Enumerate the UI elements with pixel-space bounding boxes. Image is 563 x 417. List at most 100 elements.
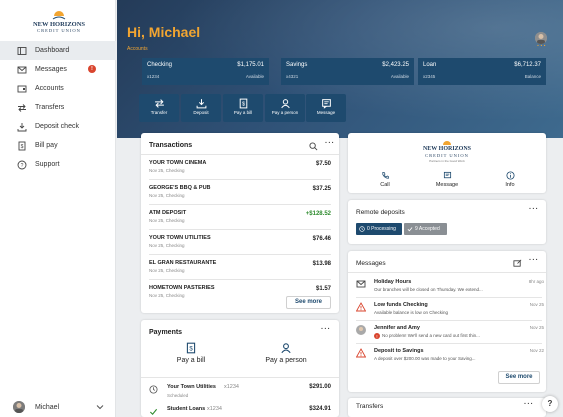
pay-bill-link[interactable]: $ Pay a bill [161, 342, 221, 364]
sidebar-item-deposit-check[interactable]: Deposit check [0, 117, 116, 136]
transaction-row[interactable]: EL GRAN RESTAURANTE Nov 25, Checking $13… [149, 258, 331, 279]
payment-row[interactable]: Your Town Utilities x1234 Scheduled $291… [149, 383, 331, 399]
help-icon: ? [17, 160, 27, 169]
clock-icon [149, 385, 158, 394]
sidebar-item-label: Accounts [35, 85, 64, 92]
transactions-card: Transactions ··· YOUR TOWN CINEMA Nov 25… [141, 133, 339, 313]
pay-person-action-button[interactable]: Pay a person [265, 94, 305, 122]
profile-avatar[interactable] [535, 32, 547, 44]
bill-icon: $ [18, 141, 26, 150]
sidebar-item-bill-pay[interactable]: $ Bill pay [0, 136, 116, 155]
transaction-date: Nov 25, Checking [149, 293, 185, 298]
see-more-button[interactable]: See more [286, 296, 331, 309]
svg-text:?: ? [21, 163, 24, 169]
message-icon [443, 171, 451, 179]
divider [149, 254, 331, 255]
transaction-amount: $13.98 [312, 261, 331, 267]
transaction-row[interactable]: YOUR TOWN UTILITIES Nov 25, Checking $76… [149, 233, 331, 254]
messages-more-button[interactable]: ··· [529, 257, 539, 264]
clock-icon [359, 226, 365, 232]
accounts-more-button[interactable]: ··· [537, 43, 547, 50]
account-amount: $6,712.37 [514, 62, 541, 68]
pay-bill-action-button[interactable]: $ Pay a bill [223, 94, 263, 122]
transaction-date: Nov 25, Checking [149, 193, 185, 198]
user-menu[interactable]: Michael [13, 401, 104, 413]
account-card-savings[interactable]: Savings $2,423.25 x4321 Available [281, 58, 414, 85]
help-button[interactable]: ? [542, 396, 558, 412]
transaction-row[interactable]: GEORGE'S BBQ & PUB Nov 25, Checking $37.… [149, 183, 331, 204]
message-title: Holiday Hours [374, 279, 412, 285]
transfers-more-button[interactable]: ··· [524, 401, 534, 408]
bill-icon: $ [186, 342, 196, 354]
account-balance-label: Available [390, 74, 409, 79]
sun-logo-icon [441, 141, 453, 146]
sidebar-item-support[interactable]: ? Support [0, 155, 116, 174]
mail-icon [356, 280, 366, 288]
sidebar-item-label: Deposit check [35, 123, 79, 130]
see-more-button[interactable]: See more [498, 371, 540, 384]
account-balance-label: Available [245, 74, 264, 79]
brand-logo: NEW HORIZONS CREDIT UNION Partners in th… [408, 139, 486, 163]
user-avatar-icon [13, 401, 25, 413]
sidebar-item-accounts[interactable]: Accounts [0, 79, 116, 98]
message-button[interactable]: Message [430, 171, 464, 188]
svg-text:$: $ [189, 346, 193, 352]
transaction-name: EL GRAN RESTAURANTE [149, 260, 217, 266]
transaction-row[interactable]: YOUR TOWN CINEMA Nov 25, Checking $7.50 [149, 158, 331, 179]
transfer-icon [154, 99, 164, 108]
sidebar-item-messages[interactable]: Messages ! [0, 60, 116, 79]
chevron-down-icon [96, 405, 104, 410]
payment-name: Student Loans [167, 406, 206, 412]
info-icon [505, 171, 515, 180]
sidebar: NEW HORIZONS CREDIT UNION Dashboard Mess… [0, 0, 116, 417]
divider [356, 320, 542, 321]
processing-chip[interactable]: 0 Processing [356, 223, 402, 235]
account-card-loan[interactable]: Loan $6,712.37 x2345 Balance [418, 58, 546, 85]
payment-row[interactable]: Student Loans x1234 $324.91 [149, 405, 331, 417]
remote-deposits-card: Remote deposits ··· 0 Processing 9 Accep… [348, 200, 546, 244]
card-title: Remote deposits [356, 209, 405, 216]
message-date: Nov 25 [529, 302, 544, 307]
accepted-chip[interactable]: 9 Accepted [404, 223, 447, 235]
transfer-action-button[interactable]: Transfer [139, 94, 179, 122]
brand-logo[interactable]: NEW HORIZONS CREDIT UNION [14, 10, 104, 40]
info-button[interactable]: Info [493, 171, 527, 188]
call-button[interactable]: Call [368, 171, 402, 188]
bill-icon: $ [239, 98, 247, 109]
divider [356, 343, 542, 344]
transaction-row[interactable]: ATM DEPOSIT Nov 25, Checking +$128.52 [149, 208, 331, 229]
compose-icon[interactable] [513, 259, 522, 268]
transaction-date: Nov 25, Checking [149, 268, 185, 273]
sidebar-item-dashboard[interactable]: Dashboard [0, 41, 116, 60]
contact-avatar-icon [356, 325, 366, 335]
sidebar-item-label: Messages [35, 66, 67, 73]
message-preview: Available balance is low on Checking [374, 310, 448, 315]
account-card-checking[interactable]: Checking $1,175.01 x1234 Available [142, 58, 269, 85]
sidebar-item-label: Dashboard [35, 47, 70, 54]
account-amount: $1,175.01 [237, 62, 264, 68]
person-icon [281, 343, 291, 354]
payment-amount: $324.91 [309, 406, 331, 412]
message-date: Nov 22 [529, 348, 544, 353]
sidebar-item-transfers[interactable]: Transfers [0, 98, 116, 117]
deposit-icon [196, 99, 206, 109]
message-action-button[interactable]: Message [306, 94, 346, 122]
pay-person-link[interactable]: Pay a person [256, 342, 316, 364]
account-balance-label: Balance [524, 74, 541, 79]
divider [149, 229, 331, 230]
sidebar-item-label: Transfers [35, 104, 65, 111]
deposit-action-button[interactable]: Deposit [181, 94, 221, 122]
action-label: Message [316, 110, 336, 115]
remote-deposits-more-button[interactable]: ··· [529, 206, 539, 213]
message-row[interactable]: Deposit to Savings A deposit over $200.0… [356, 347, 544, 373]
payments-more-button[interactable]: ··· [321, 326, 331, 333]
action-label: Pay a person [271, 110, 299, 115]
message-preview: Our branches will be closed on Thursday.… [374, 287, 483, 292]
transaction-amount: +$128.52 [305, 211, 331, 217]
transactions-more-button[interactable]: ··· [325, 140, 335, 147]
accounts-icon [17, 85, 27, 92]
payment-status: Scheduled [167, 393, 189, 398]
search-icon[interactable] [309, 142, 318, 151]
hero-banner: Hi, Michael Accounts ··· Checking $1,175… [117, 0, 563, 138]
sidebar-nav: Dashboard Messages ! Accounts Transfers … [0, 41, 116, 174]
